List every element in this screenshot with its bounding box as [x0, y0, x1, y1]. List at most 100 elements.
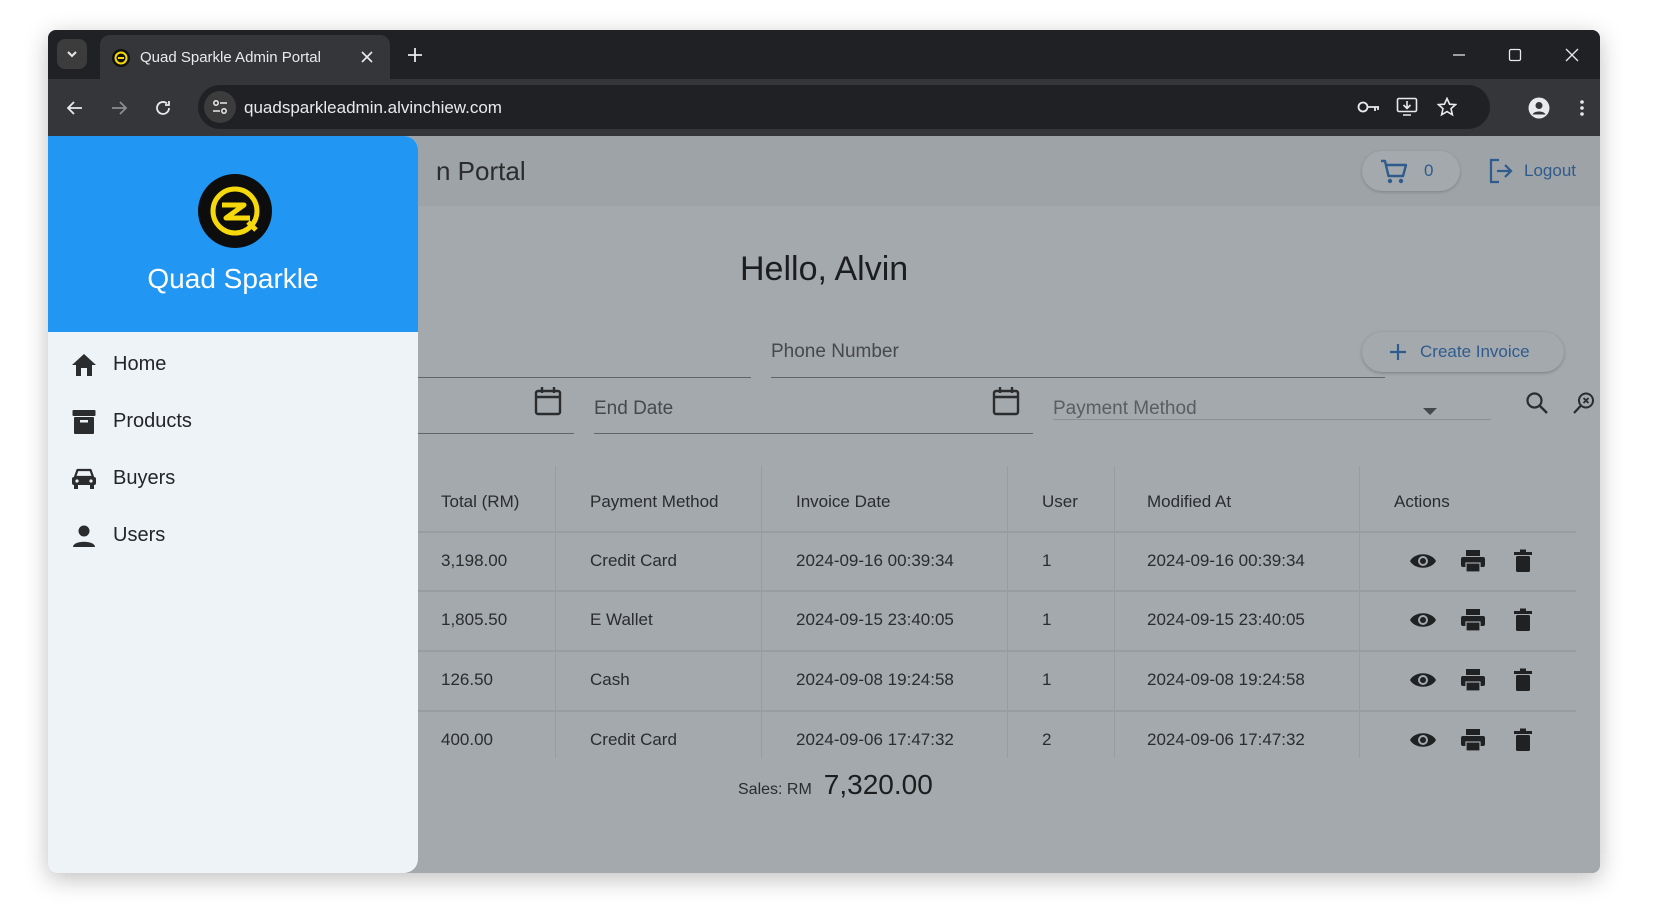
cart-button[interactable]: 0: [1362, 151, 1460, 191]
phone-number-label: Phone Number: [771, 341, 899, 362]
nav-item-products[interactable]: Products: [48, 393, 418, 450]
calendar-icon[interactable]: [534, 386, 562, 416]
nav-item-label: Home: [113, 353, 167, 375]
end-date-field[interactable]: [594, 433, 1033, 434]
create-invoice-button[interactable]: Create Invoice: [1362, 332, 1564, 372]
th-modified-at[interactable]: Modified At: [1147, 492, 1231, 512]
calendar-icon[interactable]: [992, 386, 1020, 416]
nav-item-label: Users: [113, 524, 166, 546]
create-invoice-label: Create Invoice: [1420, 342, 1530, 361]
browser-menu-button[interactable]: [1566, 92, 1598, 124]
reload-icon: [156, 101, 170, 115]
key-icon: [1357, 101, 1379, 113]
cell-user: 1: [1042, 670, 1052, 689]
logout-button[interactable]: Logout: [1488, 151, 1576, 191]
clear-search-button[interactable]: [1570, 388, 1600, 418]
drawer-header: Quad Sparkle: [48, 136, 418, 332]
print-button[interactable]: [1458, 547, 1488, 575]
password-key-button[interactable]: [1356, 95, 1382, 119]
logout-icon: [1489, 158, 1513, 184]
search-off-icon: [1573, 392, 1594, 414]
close-icon: [1565, 48, 1579, 62]
reload-button[interactable]: [147, 92, 179, 124]
view-button[interactable]: [1408, 666, 1438, 694]
maximize-icon: [1508, 48, 1522, 62]
cell-invoice-date: 2024-09-16 00:39:34: [796, 551, 954, 570]
cart-count: 0: [1424, 161, 1434, 180]
cart-icon: [1381, 159, 1408, 184]
cell-modified-at: 2024-09-16 00:39:34: [1147, 551, 1305, 570]
profile-button[interactable]: [1523, 92, 1555, 124]
bookmark-button[interactable]: [1434, 95, 1460, 119]
maximize-button[interactable]: [1497, 38, 1533, 72]
payment-method-label: Payment Method: [1053, 398, 1197, 419]
search-button[interactable]: [1522, 388, 1552, 418]
back-button[interactable]: [59, 92, 91, 124]
th-total[interactable]: Total (RM): [441, 492, 519, 512]
chevron-down-icon: [67, 51, 77, 58]
active-tab[interactable]: Quad Sparkle Admin Portal: [100, 35, 390, 79]
nav-item-home[interactable]: Home: [48, 336, 418, 393]
trash-icon: [1514, 728, 1532, 751]
minimize-button[interactable]: [1441, 38, 1477, 72]
view-button[interactable]: [1408, 726, 1438, 754]
car-icon: [70, 465, 98, 493]
cell-invoice-date: 2024-09-06 17:47:32: [796, 730, 954, 749]
print-icon: [1461, 609, 1485, 632]
th-user[interactable]: User: [1042, 492, 1078, 512]
th-payment-method[interactable]: Payment Method: [590, 492, 719, 512]
print-button[interactable]: [1458, 606, 1488, 634]
phone-number-field[interactable]: [771, 377, 1385, 378]
install-app-button[interactable]: [1394, 95, 1420, 119]
cell-payment-method: Cash: [590, 670, 630, 689]
print-button[interactable]: [1458, 666, 1488, 694]
cell-modified-at: 2024-09-08 19:24:58: [1147, 670, 1305, 689]
address-bar[interactable]: quadsparkleadmin.alvinchiew.com: [198, 85, 1490, 129]
print-button[interactable]: [1458, 726, 1488, 754]
cell-payment-method: Credit Card: [590, 730, 677, 749]
delete-button[interactable]: [1508, 547, 1538, 575]
eye-icon: [1410, 733, 1436, 747]
tab-close-button[interactable]: [356, 46, 378, 68]
th-invoice-date[interactable]: Invoice Date: [796, 492, 891, 512]
delete-button[interactable]: [1508, 606, 1538, 634]
logout-label: Logout: [1524, 161, 1576, 180]
navigation-drawer: Quad Sparkle Home Products Buyers Users: [48, 136, 418, 873]
brand-logo: [198, 174, 272, 248]
delete-button[interactable]: [1508, 726, 1538, 754]
cell-total: 400.00: [441, 730, 493, 749]
view-button[interactable]: [1408, 547, 1438, 575]
eye-icon: [1410, 613, 1436, 627]
tab-search-button[interactable]: [57, 39, 87, 69]
cell-user: 2: [1042, 730, 1052, 749]
new-tab-button[interactable]: [400, 40, 430, 70]
url-text[interactable]: quadsparkleadmin.alvinchiew.com: [244, 98, 502, 118]
trash-icon: [1514, 608, 1532, 631]
payment-method-select[interactable]: [1053, 419, 1491, 420]
sales-total: Sales: RM 7,320.00: [738, 769, 933, 801]
print-icon: [1461, 550, 1485, 573]
cell-payment-method: Credit Card: [590, 551, 677, 570]
browser-window: Quad Sparkle Admin Portal quadsparkleadm…: [48, 30, 1600, 873]
close-icon: [361, 51, 373, 63]
tune-icon: [213, 100, 227, 114]
nav-item-buyers[interactable]: Buyers: [48, 450, 418, 507]
more-vert-icon: [1580, 100, 1584, 116]
window-close-button[interactable]: [1554, 38, 1590, 72]
forward-button[interactable]: [103, 92, 135, 124]
start-date-field[interactable]: [418, 433, 574, 434]
tab-strip: Quad Sparkle Admin Portal: [48, 30, 1600, 79]
cell-invoice-date: 2024-09-08 19:24:58: [796, 670, 954, 689]
view-button[interactable]: [1408, 606, 1438, 634]
buyer-name-field[interactable]: [418, 377, 751, 378]
delete-button[interactable]: [1508, 666, 1538, 694]
site-info-button[interactable]: [204, 91, 236, 123]
th-actions: Actions: [1394, 492, 1450, 511]
page-title: n Portal: [436, 156, 526, 186]
cell-total: 126.50: [441, 670, 493, 689]
tab-title: Quad Sparkle Admin Portal: [140, 49, 321, 66]
nav-item-users[interactable]: Users: [48, 507, 418, 564]
sales-amount: 7,320.00: [823, 769, 933, 800]
brand-name: Quad Sparkle: [147, 263, 319, 294]
archive-box-icon: [70, 408, 98, 436]
